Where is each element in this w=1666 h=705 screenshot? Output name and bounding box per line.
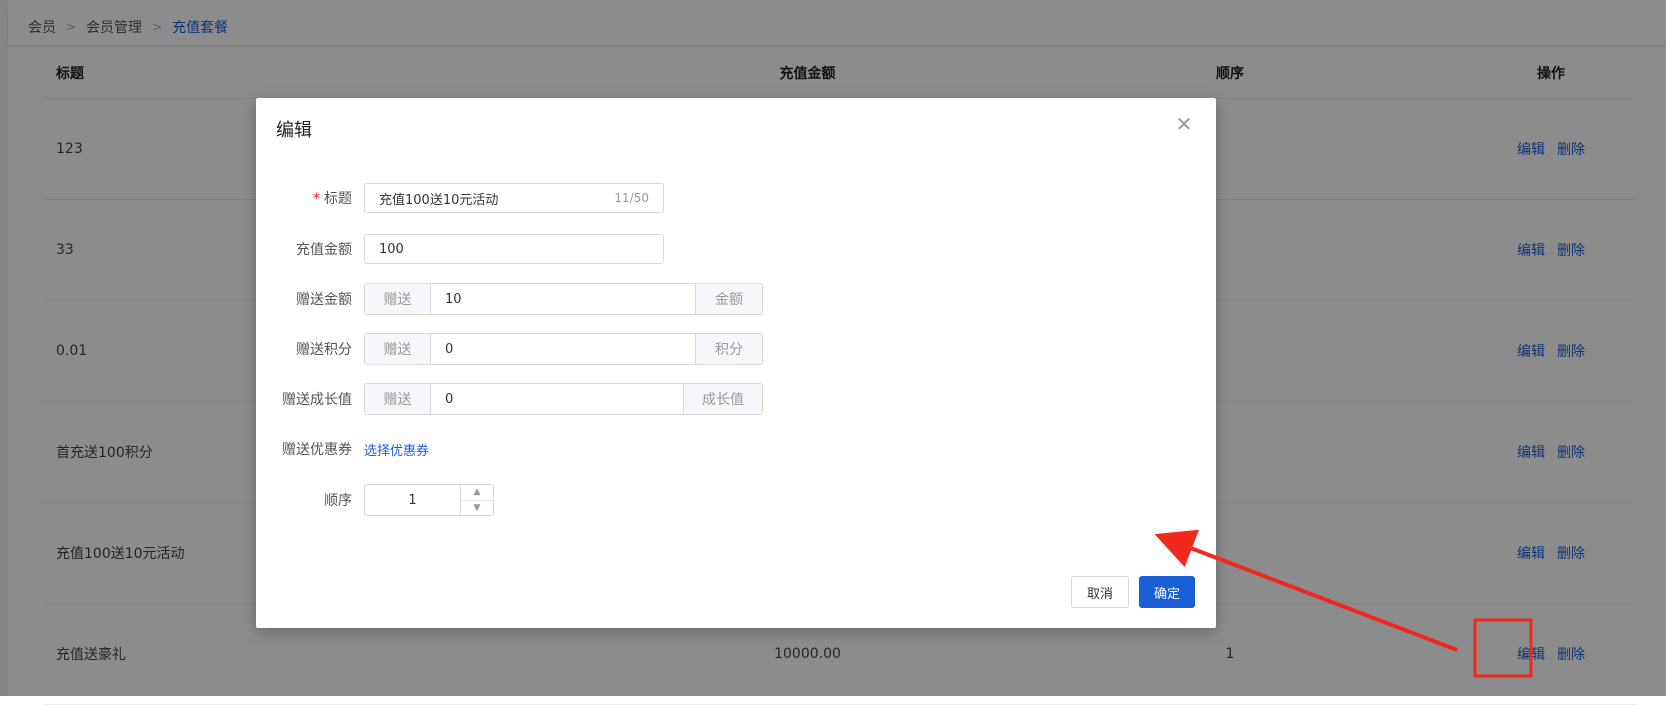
coupon-label: 赠送优惠券 bbox=[282, 442, 352, 458]
title-input-value: 充值100送10元活动 bbox=[379, 192, 499, 208]
caret-up-icon[interactable]: ▲ bbox=[461, 485, 493, 501]
amount-input[interactable]: 100 bbox=[364, 234, 664, 264]
gift-growth-input[interactable]: 0 bbox=[431, 383, 683, 415]
form-row-coupon: 赠送优惠券 选择优惠券 bbox=[256, 433, 429, 465]
caret-down-icon[interactable]: ▼ bbox=[461, 501, 493, 516]
gift-points-suffix: 积分 bbox=[695, 333, 763, 365]
gift-points-input-group: 赠送 0 积分 bbox=[364, 333, 763, 365]
title-input[interactable]: 充值100送10元活动 11/50 bbox=[364, 183, 664, 213]
gift-points-prefix: 赠送 bbox=[364, 333, 431, 365]
close-icon[interactable]: ✕ bbox=[1174, 114, 1194, 134]
order-label: 顺序 bbox=[324, 493, 352, 509]
required-mark: * bbox=[313, 191, 320, 207]
gift-amount-input-group: 赠送 10 金额 bbox=[364, 283, 763, 315]
gift-points-input[interactable]: 0 bbox=[431, 333, 695, 365]
dialog-title: 编辑 bbox=[276, 120, 312, 141]
select-coupon-link[interactable]: 选择优惠券 bbox=[364, 440, 429, 459]
edit-dialog: 编辑 ✕ * 标题 充值100送10元活动 11/50 充值金额 100 赠送金额… bbox=[256, 98, 1216, 628]
title-char-count: 11/50 bbox=[614, 191, 649, 205]
form-row-gift-amount: 赠送金额 赠送 10 金额 bbox=[256, 283, 763, 315]
order-stepper[interactable]: 1 ▲ ▼ bbox=[364, 484, 494, 516]
form-row-order: 顺序 1 ▲ ▼ bbox=[256, 484, 494, 516]
cancel-button[interactable]: 取消 bbox=[1071, 576, 1129, 608]
gift-amount-prefix: 赠送 bbox=[364, 283, 431, 315]
gift-growth-prefix: 赠送 bbox=[364, 383, 431, 415]
form-row-gift-points: 赠送积分 赠送 0 积分 bbox=[256, 333, 763, 365]
amount-label: 充值金额 bbox=[296, 242, 352, 258]
order-stepper-arrows: ▲ ▼ bbox=[460, 485, 493, 515]
gift-growth-label: 赠送成长值 bbox=[282, 392, 352, 408]
title-label: * 标题 bbox=[313, 191, 352, 207]
gift-amount-input[interactable]: 10 bbox=[431, 283, 695, 315]
order-stepper-value[interactable]: 1 bbox=[365, 485, 460, 515]
confirm-button[interactable]: 确定 bbox=[1139, 576, 1195, 608]
gift-points-label: 赠送积分 bbox=[296, 342, 352, 358]
gift-growth-input-group: 赠送 0 成长值 bbox=[364, 383, 763, 415]
gift-amount-suffix: 金额 bbox=[695, 283, 763, 315]
form-row-title: * 标题 充值100送10元活动 11/50 bbox=[256, 182, 664, 214]
gift-amount-label: 赠送金额 bbox=[296, 292, 352, 308]
amount-input-value: 100 bbox=[379, 241, 404, 257]
form-row-amount: 充值金额 100 bbox=[256, 233, 664, 265]
gift-growth-suffix: 成长值 bbox=[683, 383, 763, 415]
form-row-gift-growth: 赠送成长值 赠送 0 成长值 bbox=[256, 383, 763, 415]
